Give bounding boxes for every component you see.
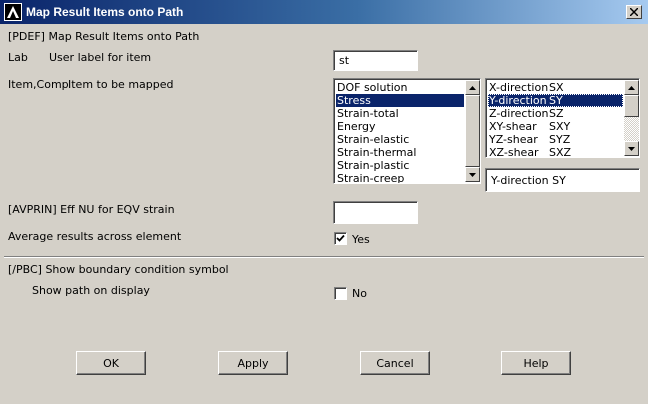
component-list-option[interactable]: XY-shear SXY [488, 120, 623, 133]
component-name: XZ-shear [489, 146, 539, 158]
item-scroll-thumb[interactable] [465, 95, 480, 167]
item-list-option[interactable]: Strain-elastic [336, 133, 464, 146]
eff-nu-input[interactable] [333, 201, 418, 224]
component-name: Y-direction [489, 94, 547, 107]
component-code: SYZ [549, 133, 571, 146]
scroll-down-arrow-icon [628, 146, 635, 151]
title-bar: Map Result Items onto Path [0, 0, 648, 24]
component-list-option[interactable]: YZ-shear SYZ [488, 133, 623, 146]
item-comp-key: Item,Comp [8, 78, 69, 91]
component-code: SZ [549, 107, 564, 120]
component-name: XY-shear [489, 120, 537, 133]
section-divider [4, 256, 644, 258]
component-scroll-up-button[interactable] [624, 80, 639, 95]
item-comp-description: Item to be mapped [68, 78, 174, 91]
item-scroll-down-button[interactable] [465, 167, 480, 182]
item-list-option[interactable]: Strain-creep [336, 172, 464, 183]
pbc-header: [/PBC] Show boundary condition symbol [8, 263, 229, 276]
component-code: SY [549, 94, 563, 107]
item-list: DOF solution Stress Strain-total Energy Stra… [336, 81, 464, 183]
item-list-option[interactable]: Energy [336, 120, 464, 133]
component-list: X-direction SX Y-direction SY Z-direction SZ X… [488, 81, 623, 158]
ansys-logo-icon [4, 3, 22, 21]
show-path-checkbox-label: No [352, 287, 367, 300]
cancel-button[interactable]: Cancel [360, 351, 430, 375]
ok-button[interactable]: OK [76, 351, 146, 375]
lab-key: Lab [8, 51, 28, 64]
scroll-up-arrow-icon [628, 85, 635, 90]
component-scroll-thumb[interactable] [624, 95, 639, 117]
component-list-option[interactable]: Y-direction SY [488, 94, 623, 107]
scroll-up-arrow-icon [469, 85, 476, 90]
component-listbox[interactable]: X-direction SX Y-direction SY Z-direction SZ X… [485, 78, 640, 158]
close-icon [630, 8, 638, 16]
component-selection-field[interactable]: Y-direction SY [485, 168, 640, 192]
component-list-option[interactable]: X-direction SX [488, 81, 623, 94]
help-button[interactable]: Help [501, 351, 571, 375]
average-results-checkbox[interactable] [334, 232, 347, 245]
checkmark-icon [336, 234, 345, 242]
apply-button[interactable]: Apply [218, 351, 288, 375]
avprin-label: [AVPRIN] Eff NU for EQV strain [8, 203, 175, 216]
component-list-option[interactable]: Z-direction SZ [488, 107, 623, 120]
average-results-label: Average results across element [8, 230, 182, 243]
item-list-option[interactable]: DOF solution [336, 81, 464, 94]
pdef-header: [PDEF] Map Result Items onto Path [8, 30, 200, 43]
item-scroll-up-button[interactable] [465, 80, 480, 95]
average-results-checkbox-label: Yes [352, 233, 370, 246]
item-list-option[interactable]: Strain-total [336, 107, 464, 120]
component-list-option[interactable]: XZ-shear SXZ [488, 146, 623, 158]
window-title: Map Result Items onto Path [26, 5, 184, 19]
component-name: YZ-shear [489, 133, 538, 146]
item-listbox[interactable]: DOF solution Stress Strain-total Energy Stra… [333, 78, 481, 184]
component-scrollbar[interactable] [624, 80, 639, 156]
component-name: X-direction [489, 81, 549, 94]
item-list-option[interactable]: Stress [336, 94, 464, 107]
scroll-down-arrow-icon [469, 172, 476, 177]
component-code: SX [549, 81, 564, 94]
close-button[interactable] [626, 5, 642, 19]
user-label-input[interactable]: st [333, 50, 418, 71]
component-scroll-down-button[interactable] [624, 141, 639, 156]
item-list-option[interactable]: Strain-plastic [336, 159, 464, 172]
component-code: SXZ [549, 146, 572, 158]
lab-description: User label for item [49, 51, 152, 64]
item-list-option[interactable]: Strain-thermal [336, 146, 464, 159]
component-code: SXY [549, 120, 571, 133]
item-scrollbar[interactable] [465, 80, 480, 182]
show-path-label: Show path on display [32, 284, 150, 297]
component-name: Z-direction [489, 107, 549, 120]
show-path-checkbox[interactable] [334, 287, 347, 300]
